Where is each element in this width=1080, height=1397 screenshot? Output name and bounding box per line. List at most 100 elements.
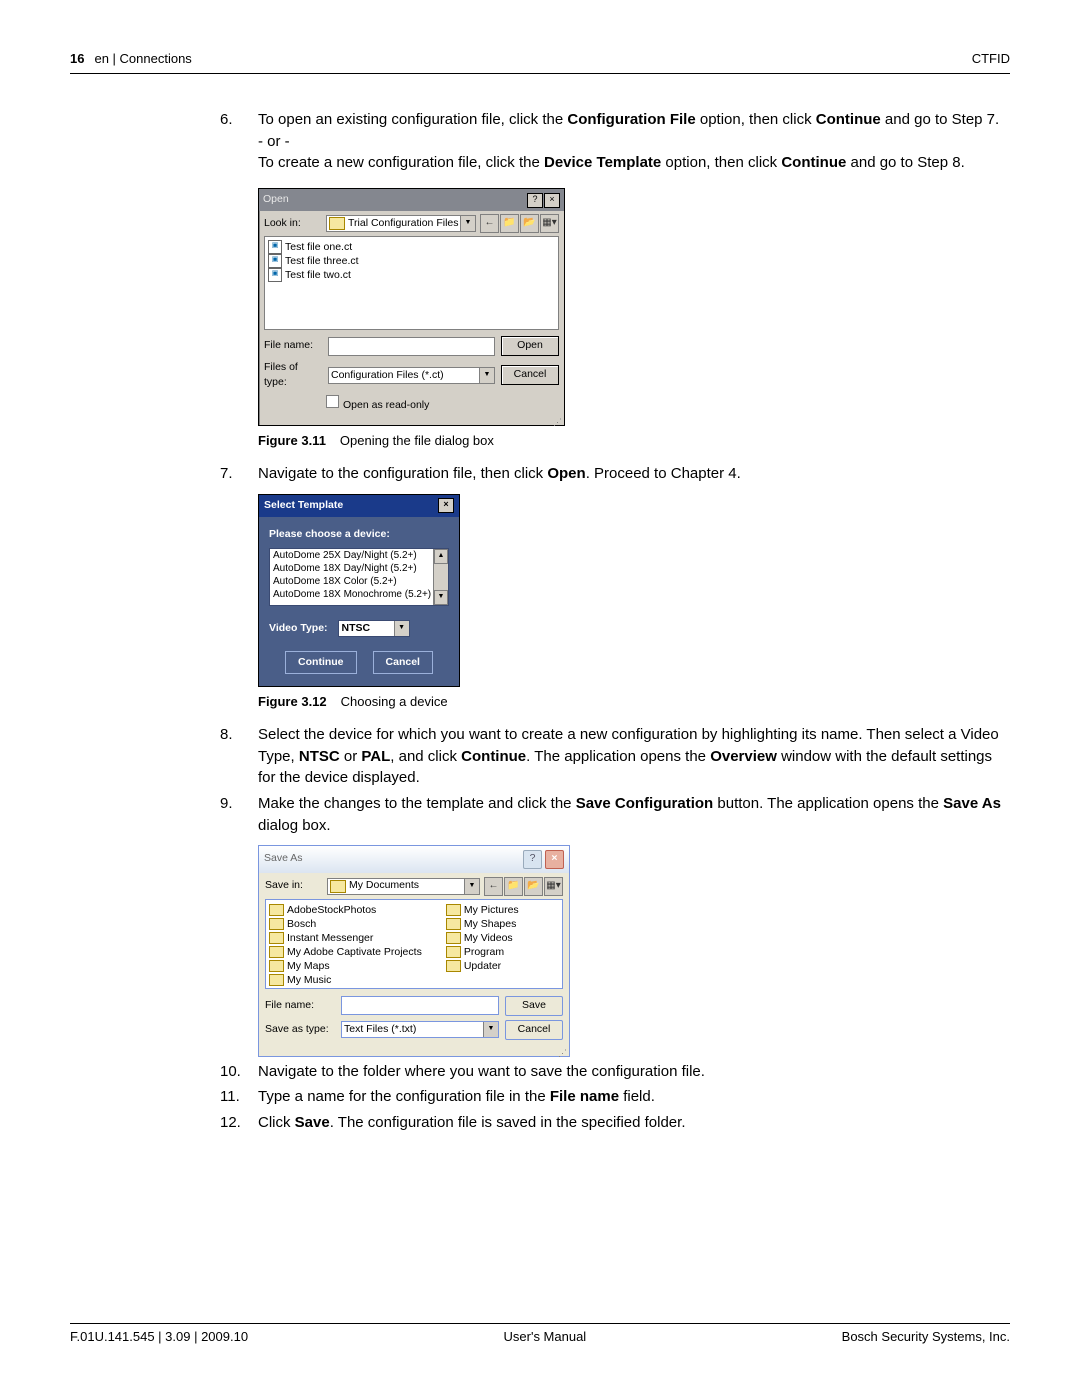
savein-label: Save in: bbox=[265, 878, 323, 893]
device-option[interactable]: AutoDome 18X Day/Night (5.2+) bbox=[270, 562, 448, 575]
template-prompt: Please choose a device: bbox=[269, 527, 449, 542]
resize-grip[interactable]: ⋰ bbox=[259, 1050, 569, 1056]
file-list[interactable]: ▣Test file one.ct ▣Test file three.ct ▣T… bbox=[264, 236, 559, 330]
step-8: 8. Select the device for which you want … bbox=[220, 724, 1010, 789]
folder-icon bbox=[446, 960, 461, 972]
folder-item[interactable]: AdobeStockPhotos bbox=[269, 903, 422, 917]
new-folder-icon[interactable]: 📂 bbox=[520, 214, 539, 233]
step-7: 7. Navigate to the configuration file, t… bbox=[220, 463, 1010, 720]
close-icon[interactable]: × bbox=[438, 498, 454, 513]
save-button[interactable]: Save bbox=[505, 996, 563, 1016]
open-dialog-titlebar[interactable]: Open ?× bbox=[259, 189, 564, 211]
open-button[interactable]: Open bbox=[501, 336, 559, 356]
filetype-combo[interactable]: Configuration Files (*.ct)▼ bbox=[328, 367, 495, 384]
step-number: 8. bbox=[220, 724, 258, 789]
folder-icon bbox=[446, 946, 461, 958]
device-listbox[interactable]: AutoDome 25X Day/Night (5.2+) AutoDome 1… bbox=[269, 548, 449, 606]
folder-item[interactable]: My Videos bbox=[446, 931, 519, 945]
file-icon: ▣ bbox=[268, 268, 282, 282]
close-icon[interactable]: × bbox=[544, 193, 560, 208]
folder-icon bbox=[446, 904, 461, 916]
help-icon[interactable]: ? bbox=[523, 850, 542, 869]
step-10: 10. Navigate to the folder where you wan… bbox=[220, 1061, 1010, 1083]
folder-item[interactable]: Instant Messenger bbox=[269, 931, 422, 945]
folder-item[interactable]: My Adobe Captivate Projects bbox=[269, 945, 422, 959]
video-type-combo[interactable]: NTSC▼ bbox=[338, 620, 410, 637]
cancel-button[interactable]: Cancel bbox=[501, 365, 559, 385]
folder-item[interactable]: My Music bbox=[269, 973, 422, 987]
new-folder-icon[interactable]: 📂 bbox=[524, 877, 543, 896]
folder-item[interactable]: Program bbox=[446, 945, 519, 959]
footer-rule bbox=[70, 1323, 1010, 1324]
cancel-button[interactable]: Cancel bbox=[505, 1020, 563, 1040]
step-6: 6. To open an existing configuration fil… bbox=[220, 109, 1010, 459]
scrollbar[interactable]: ▲▼ bbox=[433, 549, 448, 605]
chevron-down-icon[interactable]: ▼ bbox=[464, 879, 479, 894]
readonly-checkbox[interactable] bbox=[326, 395, 339, 408]
readonly-label: Open as read-only bbox=[343, 399, 429, 411]
scroll-down-icon[interactable]: ▼ bbox=[434, 590, 448, 605]
savein-combo[interactable]: My Documents▼ bbox=[327, 878, 480, 895]
file-item[interactable]: ▣Test file one.ct bbox=[268, 240, 555, 254]
folder-icon bbox=[330, 880, 346, 893]
step-number: 11. bbox=[220, 1086, 258, 1108]
select-template-dialog: Select Template× Please choose a device:… bbox=[258, 494, 460, 687]
device-option[interactable]: AutoDome 18X Color (5.2+) bbox=[270, 575, 448, 588]
folder-icon bbox=[446, 918, 461, 930]
folder-item[interactable]: My Pictures bbox=[446, 903, 519, 917]
chevron-down-icon[interactable]: ▼ bbox=[460, 216, 475, 231]
filename-label: File name: bbox=[264, 338, 322, 353]
filename-input[interactable] bbox=[341, 996, 499, 1015]
device-option[interactable]: AutoDome 25X Day/Night (5.2+) bbox=[270, 549, 448, 562]
chevron-down-icon[interactable]: ▼ bbox=[483, 1022, 498, 1037]
folder-item[interactable]: Updater bbox=[446, 959, 519, 973]
filename-label: File name: bbox=[265, 998, 335, 1013]
filename-input[interactable] bbox=[328, 337, 495, 356]
step-number: 7. bbox=[220, 463, 258, 720]
footer-right: Bosch Security Systems, Inc. bbox=[842, 1328, 1010, 1347]
lookin-label: Look in: bbox=[264, 216, 322, 231]
views-icon[interactable]: ▦▾ bbox=[540, 214, 559, 233]
close-icon[interactable]: × bbox=[545, 850, 564, 869]
scroll-up-icon[interactable]: ▲ bbox=[434, 549, 448, 564]
step-number: 12. bbox=[220, 1112, 258, 1134]
folder-icon bbox=[269, 974, 284, 986]
step-number: 6. bbox=[220, 109, 258, 459]
views-icon[interactable]: ▦▾ bbox=[544, 877, 563, 896]
help-icon[interactable]: ? bbox=[527, 193, 543, 208]
saveastype-label: Save as type: bbox=[265, 1022, 335, 1037]
folder-icon bbox=[269, 932, 284, 944]
back-icon[interactable]: ← bbox=[484, 877, 503, 896]
save-as-titlebar[interactable]: Save As?× bbox=[259, 846, 569, 873]
footer-left: F.01U.141.545 | 3.09 | 2009.10 bbox=[70, 1328, 248, 1347]
continue-button[interactable]: Continue bbox=[285, 651, 357, 674]
doc-id: CTFID bbox=[972, 50, 1010, 69]
device-option[interactable]: AutoDome 18X Monochrome (5.2+) bbox=[270, 588, 448, 601]
folder-icon bbox=[269, 946, 284, 958]
saveastype-combo[interactable]: Text Files (*.txt)▼ bbox=[341, 1021, 499, 1038]
up-folder-icon[interactable]: 📁 bbox=[500, 214, 519, 233]
back-icon[interactable]: ← bbox=[480, 214, 499, 233]
file-icon: ▣ bbox=[268, 254, 282, 268]
video-type-label: Video Type: bbox=[269, 621, 328, 636]
page-header: 16en | Connections CTFID bbox=[70, 50, 1010, 73]
select-template-titlebar[interactable]: Select Template× bbox=[259, 495, 459, 516]
step-number: 9. bbox=[220, 793, 258, 1057]
file-item[interactable]: ▣Test file two.ct bbox=[268, 268, 555, 282]
chevron-down-icon[interactable]: ▼ bbox=[394, 621, 409, 636]
lookin-combo[interactable]: Trial Configuration Files▼ bbox=[326, 215, 476, 232]
resize-grip[interactable]: ⋰ bbox=[259, 419, 564, 425]
file-item[interactable]: ▣Test file three.ct bbox=[268, 254, 555, 268]
folder-item[interactable]: My Maps bbox=[269, 959, 422, 973]
chevron-down-icon[interactable]: ▼ bbox=[479, 368, 494, 383]
up-folder-icon[interactable]: 📁 bbox=[504, 877, 523, 896]
cancel-button[interactable]: Cancel bbox=[373, 651, 433, 674]
or-separator: - or - bbox=[258, 131, 1010, 153]
folder-list[interactable]: AdobeStockPhotos Bosch Instant Messenger… bbox=[265, 899, 563, 989]
step-number: 10. bbox=[220, 1061, 258, 1083]
page-footer: F.01U.141.545 | 3.09 | 2009.10 User's Ma… bbox=[70, 1323, 1010, 1347]
folder-item[interactable]: Bosch bbox=[269, 917, 422, 931]
page-number: 16 bbox=[70, 51, 84, 66]
folder-item[interactable]: My Shapes bbox=[446, 917, 519, 931]
step-9: 9. Make the changes to the template and … bbox=[220, 793, 1010, 1057]
